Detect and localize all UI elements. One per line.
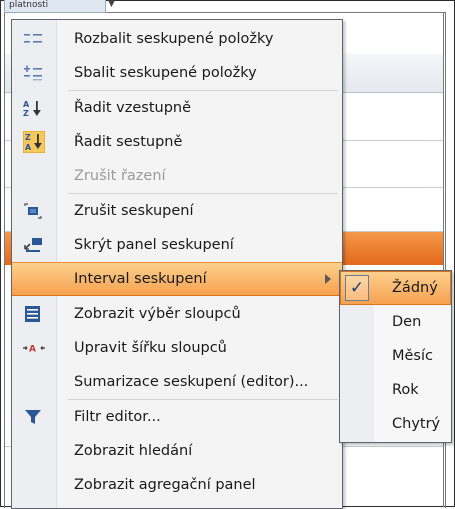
collapse-groups-icon: [23, 64, 43, 82]
context-menu: Rozbalit seskupené položky Sbalit seskup…: [11, 19, 343, 509]
menu-item-label: Zrušit řazení: [74, 168, 166, 184]
menu-item-collapse-groups[interactable]: Sbalit seskupené položky: [12, 56, 342, 90]
menu-item-label: Rozbalit seskupené položky: [74, 31, 274, 47]
menu-item-label: Filtr editor...: [74, 409, 161, 425]
menu-item-column-chooser[interactable]: Zobrazit výběr sloupců: [12, 297, 342, 331]
group-interval-submenu: ✓ Žádný Den Měsíc Rok Chytrý: [339, 270, 452, 443]
menu-item-label: Sumarizace seskupení (editor)...: [74, 374, 309, 390]
menu-item-show-aggregation-panel[interactable]: Zobrazit agregační panel: [12, 468, 342, 502]
menu-item-show-search[interactable]: Zobrazit hledání: [12, 434, 342, 468]
submenu-item-smart[interactable]: Chytrý: [340, 407, 451, 441]
submenu-item-month[interactable]: Měsíc: [340, 339, 451, 373]
column-header-tab[interactable]: platnosti: [4, 0, 106, 13]
submenu-item-label: Den: [392, 314, 422, 330]
sort-descending-icon: Z A: [23, 131, 45, 153]
expand-groups-icon: [23, 30, 43, 48]
svg-text:A: A: [25, 143, 32, 152]
submenu-arrow-icon: [325, 274, 331, 284]
ungroup-icon: [23, 202, 43, 220]
svg-text:A: A: [23, 100, 30, 109]
menu-item-group-interval[interactable]: Interval seskupení: [12, 262, 342, 296]
menu-item-clear-sorting: Zrušit řazení: [12, 159, 342, 193]
menu-item-group-summary-editor[interactable]: Sumarizace seskupení (editor)...: [12, 365, 342, 399]
menu-item-label: Zobrazit hledání: [74, 443, 193, 459]
menu-item-label: Řadit sestupně: [74, 134, 183, 150]
sort-ascending-icon: A Z: [23, 99, 43, 118]
svg-text:A: A: [29, 345, 36, 355]
menu-item-expand-groups[interactable]: Rozbalit seskupené položky: [12, 22, 342, 56]
menu-item-label: Řadit vzestupně: [74, 100, 192, 116]
submenu-item-year[interactable]: Rok: [340, 373, 451, 407]
column-header-dropdown-icon[interactable]: ▼: [108, 0, 115, 9]
menu-item-filter-editor[interactable]: Filtr editor...: [12, 400, 342, 434]
submenu-item-label: Rok: [392, 382, 419, 398]
menu-item-label: Zobrazit výběr sloupců: [74, 306, 241, 322]
menu-item-label: Skrýt panel seskupení: [74, 237, 234, 253]
menu-item-sort-descending[interactable]: Z A Řadit sestupně: [12, 125, 342, 159]
column-chooser-icon: [23, 305, 43, 323]
submenu-item-none[interactable]: ✓ Žádný: [340, 271, 451, 305]
submenu-item-label: Chytrý: [392, 416, 441, 432]
menu-item-label: Interval seskupení: [74, 271, 207, 287]
best-fit-icon: A: [23, 339, 45, 357]
submenu-item-day[interactable]: Den: [340, 305, 451, 339]
submenu-item-label: Žádný: [392, 280, 438, 296]
menu-item-label: Zrušit seskupení: [74, 203, 194, 219]
svg-text:Z: Z: [25, 133, 31, 142]
menu-item-label: Zobrazit agregační panel: [74, 477, 256, 493]
menu-item-label: Upravit šířku sloupců: [74, 340, 227, 356]
menu-item-ungroup[interactable]: Zrušit seskupení: [12, 194, 342, 228]
menu-item-sort-ascending[interactable]: A Z Řadit vzestupně: [12, 91, 342, 125]
submenu-item-label: Měsíc: [392, 348, 433, 364]
menu-item-hide-group-panel[interactable]: Skrýt panel seskupení: [12, 228, 342, 262]
svg-text:Z: Z: [23, 109, 29, 118]
check-icon: ✓: [345, 275, 369, 301]
menu-item-best-fit[interactable]: A Upravit šířku sloupců: [12, 331, 342, 365]
hide-group-panel-icon: [23, 236, 43, 254]
filter-icon: [23, 408, 43, 426]
menu-item-label: Sbalit seskupené položky: [74, 65, 257, 81]
